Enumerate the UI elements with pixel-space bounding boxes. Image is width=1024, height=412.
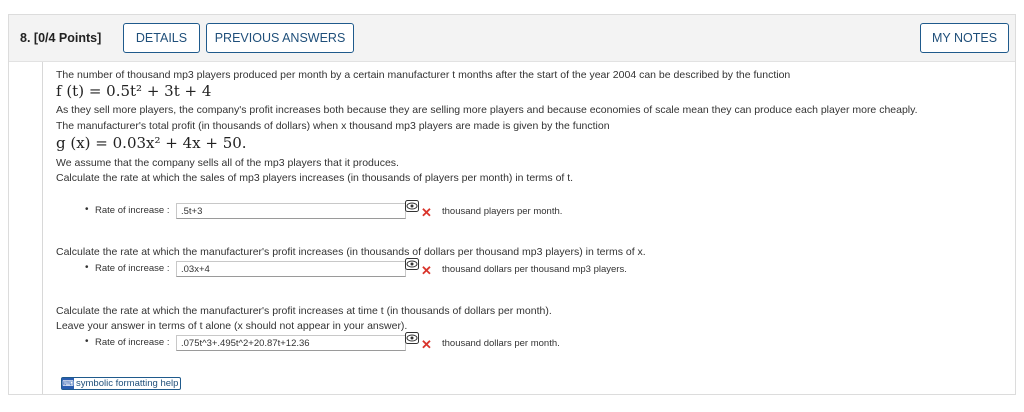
question-body: The number of thousand mp3 players produ… xyxy=(42,62,1016,394)
incorrect-x-icon: ✕ xyxy=(421,337,432,352)
bullet: • xyxy=(85,262,89,273)
keyboard-icon: ⌨ xyxy=(62,378,74,389)
question-header: 8. [0/4 Points] DETAILS PREVIOUS ANSWERS… xyxy=(9,15,1015,62)
part1-prompt: Calculate the rate at which the sales of… xyxy=(56,172,574,184)
symbolic-formatting-help-link[interactable]: ⌨ symbolic formatting help xyxy=(61,377,182,390)
eye-icon[interactable] xyxy=(405,200,419,212)
answer-unit-3: thousand dollars per month. xyxy=(442,338,560,349)
intro-text: The number of thousand mp3 players produ… xyxy=(56,69,791,81)
answer-label-1: Rate of increase : xyxy=(95,205,170,216)
bullet: • xyxy=(85,336,89,347)
incorrect-x-icon: ✕ xyxy=(421,205,432,220)
answer-label-2: Rate of increase : xyxy=(95,263,170,274)
question-number-label: 8. xyxy=(20,31,31,45)
f-function: f (t) = 0.5t² + 3t + 4 xyxy=(56,82,212,100)
previous-answers-button[interactable]: PREVIOUS ANSWERS xyxy=(206,23,354,53)
my-notes-button[interactable]: MY NOTES xyxy=(920,23,1009,53)
eye-icon[interactable] xyxy=(405,332,419,344)
assume-text: We assume that the company sells all of … xyxy=(56,157,399,169)
part2-prompt: Calculate the rate at which the manufact… xyxy=(56,246,646,258)
answer-input-3[interactable]: .075t^3+.495t^2+20.87t+12.36 xyxy=(176,335,406,351)
help-link-label: symbolic formatting help xyxy=(76,378,179,389)
answer-label-3: Rate of increase : xyxy=(95,337,170,348)
points-label: [0/4 Points] xyxy=(33,31,102,45)
profit-text-1: As they sell more players, the company's… xyxy=(56,104,918,116)
part3-prompt-2: Leave your answer in terms of t alone (x… xyxy=(56,320,408,332)
answer-input-1[interactable]: .5t+3 xyxy=(176,203,406,219)
bullet: • xyxy=(85,204,89,215)
answer-input-2[interactable]: .03x+4 xyxy=(176,261,406,277)
question-number: 8. [0/4 Points] xyxy=(20,31,101,45)
part3-prompt-1: Calculate the rate at which the manufact… xyxy=(56,305,552,317)
answer-unit-1: thousand players per month. xyxy=(442,206,563,217)
eye-icon[interactable] xyxy=(405,258,419,270)
question-card: 8. [0/4 Points] DETAILS PREVIOUS ANSWERS… xyxy=(8,14,1016,395)
profit-text-2: The manufacturer's total profit (in thou… xyxy=(56,120,610,132)
answer-unit-2: thousand dollars per thousand mp3 player… xyxy=(442,264,627,275)
details-button[interactable]: DETAILS xyxy=(123,23,200,53)
incorrect-x-icon: ✕ xyxy=(421,263,432,278)
g-function: g (x) = 0.03x² + 4x + 50. xyxy=(56,134,247,152)
